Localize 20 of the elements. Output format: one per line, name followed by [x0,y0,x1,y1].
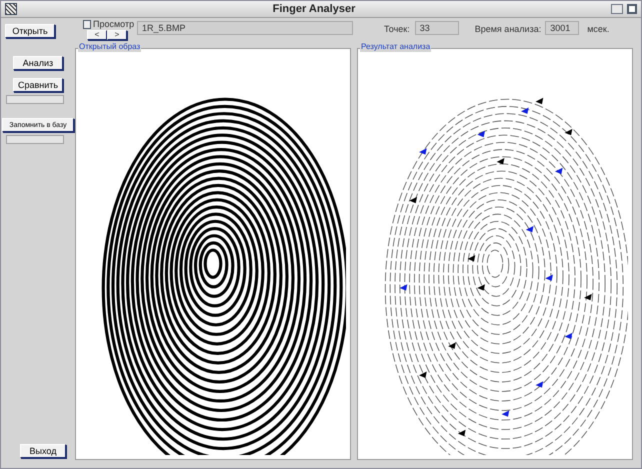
points-label: Точек: [384,23,410,36]
time-field: 3001 [545,21,580,35]
minimize-icon[interactable] [611,4,623,14]
panel-title: Открытый образ [78,42,142,52]
file-name-field: 1R_5.BMP [137,21,353,35]
open-button[interactable]: Открыть [5,24,55,38]
maximize-icon[interactable] [627,4,637,14]
points-field: 33 [414,21,459,35]
app-icon [5,3,17,15]
exit-button[interactable]: Выход [20,444,66,458]
previous-button[interactable]: < [87,30,107,40]
window-title: Finger Analyser [272,2,356,17]
action-button[interactable]: Сравнить [13,78,63,92]
action-button[interactable]: Анализ [13,56,63,70]
time-label: Время анализа: [474,23,542,36]
next-button[interactable]: > [107,30,127,40]
checkbox-label: Просмотр [93,20,134,29]
time-unit-label: мсек. [587,23,610,36]
preview-checkbox[interactable] [83,20,91,29]
panel-title: Результат анализа [360,42,432,52]
